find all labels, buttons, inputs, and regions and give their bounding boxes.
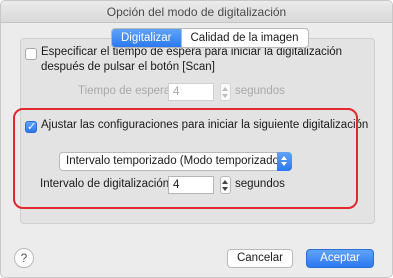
window-title: Opción del modo de digitalización <box>1 1 392 23</box>
tab-image-quality[interactable]: Calidad de la imagen <box>180 29 308 47</box>
interval-input[interactable]: 4 <box>168 176 214 194</box>
interval-unit: segundos <box>235 178 285 190</box>
help-button[interactable]: ? <box>14 248 34 268</box>
adjust-settings-label: Ajustar las configuraciones para iniciar… <box>41 119 369 131</box>
interval-stepper[interactable] <box>220 176 231 194</box>
stepper-up-icon <box>222 180 228 184</box>
dialog-window: Opción del modo de digitalización Digita… <box>0 0 393 278</box>
scan-mode-select-value: Intervalo temporizado (Modo temporizado) <box>66 155 283 167</box>
wait-time-label-line2: después de pulsar el botón [Scan] <box>41 61 215 73</box>
accept-button[interactable]: Aceptar <box>306 249 374 268</box>
scan-mode-select[interactable]: Intervalo temporizado (Modo temporizado) <box>59 152 292 171</box>
tab-bar: Digitalizar Calidad de la imagen <box>111 28 309 48</box>
wait-time-checkbox[interactable] <box>25 48 37 60</box>
wait-time-stepper[interactable] <box>220 83 231 101</box>
popup-arrows-icon <box>277 152 292 171</box>
wait-time-field-label: Tiempo de espera: <box>78 85 174 97</box>
stepper-down-icon <box>222 94 228 98</box>
wait-time-unit: segundos <box>235 85 285 97</box>
stepper-up-icon <box>222 87 228 91</box>
adjust-settings-checkbox[interactable] <box>25 120 37 133</box>
stepper-down-icon <box>222 187 228 191</box>
tab-scan[interactable]: Digitalizar <box>112 29 181 47</box>
interval-label: Intervalo de digitalización: <box>40 178 173 190</box>
wait-time-input[interactable]: 4 <box>168 83 214 101</box>
cancel-button[interactable]: Cancelar <box>227 249 293 268</box>
question-mark-icon: ? <box>20 251 28 265</box>
